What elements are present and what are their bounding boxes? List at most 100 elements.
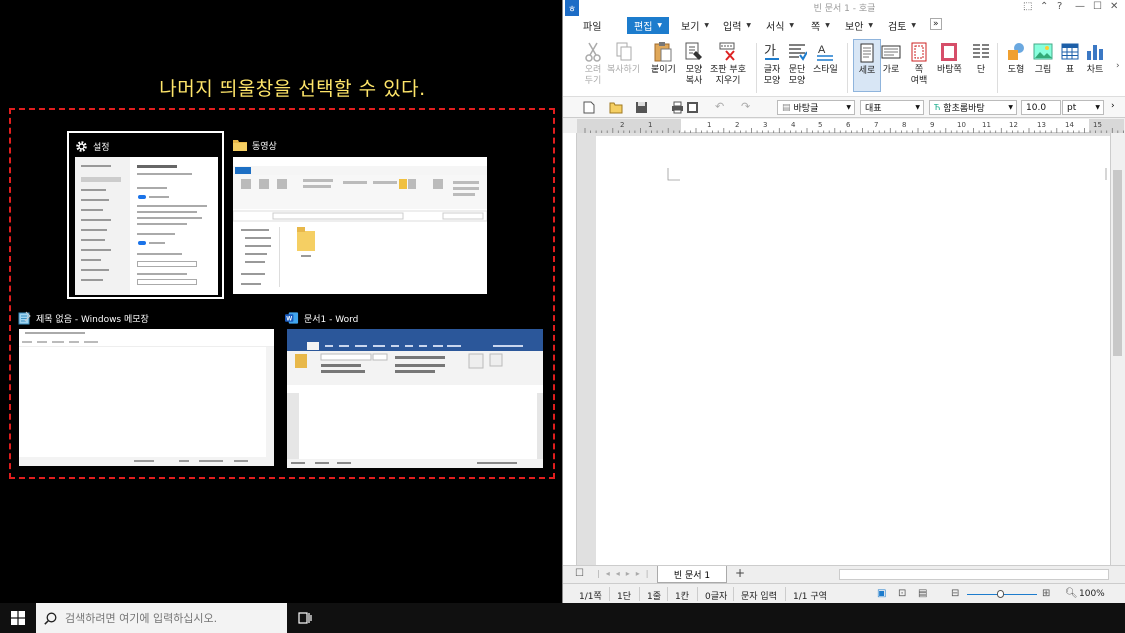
menu-view[interactable]: 보기 ▼: [681, 18, 709, 33]
font-size-input[interactable]: 10.0: [1021, 100, 1061, 115]
minimize-icon[interactable]: —: [1075, 1, 1085, 12]
undo-icon[interactable]: ↶: [715, 100, 724, 113]
open-folder-icon[interactable]: [609, 101, 623, 114]
cut-button[interactable]: 오려 두기: [583, 41, 603, 87]
landscape-button[interactable]: 가로: [881, 41, 901, 76]
ribbon-settings-icon[interactable]: ⌃: [1040, 1, 1048, 12]
vertical-scrollbar[interactable]: [1110, 133, 1124, 565]
status-column: 1칸: [675, 592, 690, 602]
picture-button[interactable]: 그림: [1033, 41, 1053, 76]
full-page-icon[interactable]: ▤: [918, 588, 927, 599]
chevron-down-icon: ▼: [846, 104, 851, 111]
svg-text:A: A: [818, 44, 826, 56]
font-select[interactable]: Ћ 함초롬바탕 ▼: [929, 100, 1017, 115]
windows-logo-icon: [11, 611, 25, 625]
vertical-ruler[interactable]: [563, 133, 577, 565]
shapes-label: 도형: [1007, 65, 1025, 75]
vertical-scroll-thumb[interactable]: [1113, 170, 1122, 356]
memo-icon[interactable]: ☐: [575, 568, 584, 579]
document-tab[interactable]: 빈 문서 1: [657, 566, 727, 583]
taskbar-search-box[interactable]: [36, 603, 287, 633]
help-icon[interactable]: ?: [1057, 1, 1062, 12]
word-preview: [287, 329, 543, 468]
normal-view-icon[interactable]: ▣: [877, 588, 886, 599]
document-tab-bar: ☐ |◂◂▸▸| 빈 문서 1 +: [563, 565, 1125, 583]
para-shape-button[interactable]: 문단 모양: [787, 41, 807, 87]
ribbon-separator: [756, 43, 757, 93]
menu-more-icon[interactable]: »: [930, 18, 942, 30]
format-copy-icon: [685, 42, 702, 60]
menu-page[interactable]: 쪽 ▼: [811, 18, 830, 33]
folder-icon: [233, 138, 247, 152]
status-line: 1줄: [647, 592, 662, 602]
ribbon-toggle-icon[interactable]: ⬚: [1023, 1, 1032, 12]
language-select[interactable]: 대표 ▼: [860, 100, 924, 115]
menu-edit[interactable]: 편집 ▼: [627, 17, 670, 34]
toolbar-more-icon[interactable]: ›: [1111, 101, 1115, 111]
zoom-out-icon[interactable]: ⊟: [951, 588, 959, 599]
menu-review[interactable]: 검토 ▼: [888, 18, 916, 33]
delete-format-label: 조판 부호 지우기: [710, 65, 746, 86]
background-page-button[interactable]: 바탕쪽: [937, 41, 962, 76]
maximize-icon[interactable]: ☐: [1093, 1, 1102, 12]
document-page[interactable]: [596, 136, 1114, 565]
redo-icon[interactable]: ↷: [741, 100, 750, 113]
search-input[interactable]: [65, 611, 265, 625]
landscape-label: 가로: [882, 65, 900, 75]
delete-format-button[interactable]: 조판 부호 지우기: [710, 41, 746, 87]
table-button[interactable]: 표: [1060, 41, 1080, 76]
new-document-icon[interactable]: [583, 101, 595, 114]
document-area[interactable]: [577, 133, 1114, 565]
cut-label: 오려 두기: [584, 65, 602, 86]
style-button[interactable]: A 스타일: [813, 41, 838, 76]
format-copy-button[interactable]: 모양 복사: [684, 41, 704, 87]
unit-select[interactable]: pt ▼: [1062, 100, 1104, 115]
columns-button[interactable]: 단: [971, 41, 991, 76]
thumbnail-videos-folder[interactable]: 동영상: [231, 134, 488, 294]
horizontal-scrollbar[interactable]: [839, 569, 1109, 580]
thumbnail-word[interactable]: W 문서1 - Word: [285, 307, 544, 469]
style-select[interactable]: ▤ 바탕글 ▼: [777, 100, 855, 115]
hwp-title-bar: ㅎ 빈 문서 1 - 호글 ⬚ ⌃ ? — ☐ ✕: [563, 0, 1125, 16]
shapes-button[interactable]: 도형: [1006, 41, 1026, 76]
magnifier-icon[interactable]: 🔍︎: [1065, 588, 1078, 599]
thumbnail-settings[interactable]: 설정: [67, 131, 224, 299]
svg-text:W: W: [286, 316, 292, 322]
close-icon[interactable]: ✕: [1110, 1, 1118, 12]
margin-icon: [911, 42, 927, 62]
horizontal-ruler[interactable]: 2 1 1 2 3 4 5 6 7 8 9 10 11 12 13 14 15: [577, 119, 1124, 133]
columns-icon: [973, 44, 989, 58]
zoom-in-icon[interactable]: ⊞: [1042, 588, 1050, 599]
status-zoom[interactable]: 100%: [1079, 589, 1105, 599]
task-view-button[interactable]: [293, 603, 317, 633]
menu-insert[interactable]: 입력 ▼: [723, 18, 751, 33]
thumbnail-notepad[interactable]: 제목 없음 - Windows 메모장: [17, 307, 275, 467]
ribbon-separator: [997, 43, 998, 93]
ribbon-more-icon[interactable]: ›: [1116, 61, 1120, 71]
menu-security[interactable]: 보안 ▼: [845, 18, 873, 33]
portrait-button[interactable]: 세로: [853, 39, 881, 92]
paste-button[interactable]: 붙이기: [651, 41, 676, 76]
print-icon[interactable]: [671, 101, 684, 114]
menu-file[interactable]: 파일: [583, 18, 601, 33]
tab-nav-icons[interactable]: |◂◂▸▸|: [597, 569, 654, 578]
unit-select-value: pt: [1067, 102, 1077, 113]
chart-button[interactable]: 차트: [1085, 41, 1105, 76]
background-page-label: 바탕쪽: [937, 65, 962, 75]
zoom-slider-thumb[interactable]: [997, 590, 1004, 598]
menu-format[interactable]: 서식 ▼: [766, 18, 794, 33]
copy-button[interactable]: 복사하기: [607, 41, 640, 76]
thumbnail-title: 설정: [93, 142, 110, 153]
table-icon: [1061, 43, 1079, 60]
print-preview-icon[interactable]: [686, 101, 699, 114]
add-tab-button[interactable]: +: [735, 566, 745, 580]
font-type-icon: Ћ: [934, 103, 941, 112]
save-icon[interactable]: [635, 101, 648, 114]
margin-button[interactable]: 쪽 여백: [909, 41, 929, 87]
fit-width-icon[interactable]: ⊡: [898, 588, 906, 599]
start-button[interactable]: [0, 603, 36, 633]
char-shape-button[interactable]: 가 글자 모양: [762, 41, 782, 87]
para-shape-label: 문단 모양: [788, 65, 806, 86]
page-margin-marks: [667, 168, 1107, 181]
document-tab-label: 빈 문서 1: [673, 570, 711, 581]
